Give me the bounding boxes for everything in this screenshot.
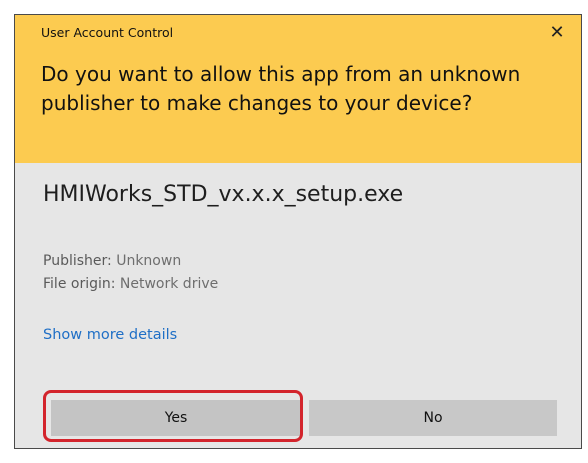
prompt-question: Do you want to allow this app from an un… — [41, 62, 521, 115]
uac-dialog: User Account Control ✕ Do you want to al… — [14, 14, 582, 449]
file-origin-value: Network drive — [119, 276, 219, 292]
publisher-info: Publisher: Unknown — [43, 253, 181, 269]
app-name: HMIWorks_STD_vx.x.x_setup.exe — [43, 182, 404, 207]
close-icon: ✕ — [549, 22, 565, 43]
yes-button[interactable]: Yes — [51, 400, 301, 436]
no-button[interactable]: No — [309, 400, 557, 436]
file-origin-label: File origin: — [43, 276, 120, 292]
dialog-header: User Account Control ✕ Do you want to al… — [15, 15, 581, 163]
file-origin-info: File origin: Network drive — [43, 276, 218, 292]
dialog-title: User Account Control — [41, 25, 174, 40]
publisher-value: Unknown — [116, 253, 182, 269]
publisher-label: Publisher: — [43, 253, 117, 269]
show-more-details-link[interactable]: Show more details — [43, 327, 177, 343]
close-button[interactable]: ✕ — [545, 21, 569, 45]
